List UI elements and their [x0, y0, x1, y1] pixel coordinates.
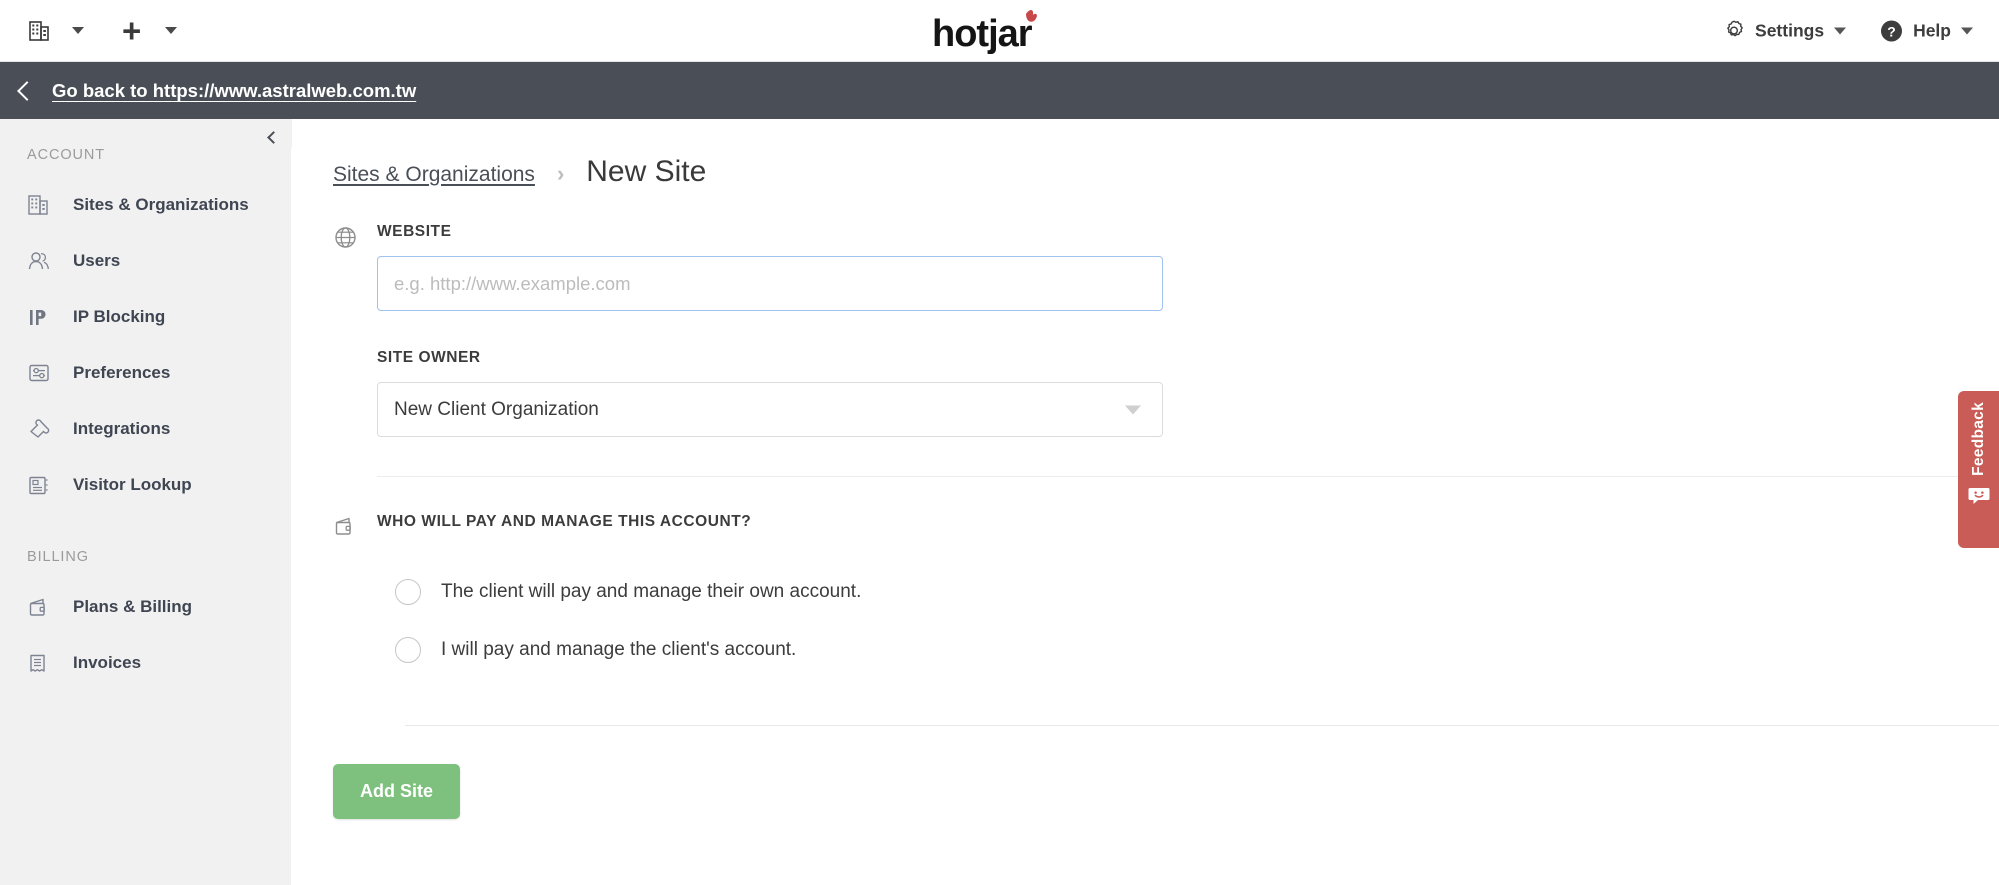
new-site-form: WEBSITE SITE OWNER New Client Organizati…	[291, 223, 1999, 819]
help-chevron-down-icon	[1961, 27, 1973, 34]
sidebar-item-label: Integrations	[73, 419, 171, 438]
gear-icon	[1723, 20, 1745, 42]
feedback-label: Feedback	[1969, 402, 1987, 476]
go-back-link[interactable]: Go back to https://www.astralweb.com.tw	[52, 80, 416, 102]
payer-option-label: I will pay and manage the client's accou…	[441, 639, 797, 660]
go-back-bar: Go back to https://www.astralweb.com.tw	[0, 62, 1999, 119]
settings-label: Settings	[1755, 20, 1825, 40]
chevron-left-icon	[267, 130, 280, 144]
radio-button[interactable]	[395, 579, 421, 605]
breadcrumb-separator-icon: ›	[556, 161, 565, 186]
wallet-icon	[333, 513, 377, 537]
website-input[interactable]	[377, 256, 1163, 311]
org-switcher-button[interactable]	[22, 15, 56, 47]
sidebar-item-label: Invoices	[73, 653, 142, 672]
sidebar-section-billing-title: BILLING	[27, 549, 89, 565]
notebook-icon	[27, 474, 55, 497]
site-owner-label: SITE OWNER	[377, 349, 481, 366]
help-label: Help	[1913, 20, 1951, 40]
question-circle-icon: ?	[1880, 19, 1903, 42]
building-icon	[27, 193, 55, 217]
feedback-tab[interactable]: Feedback	[1958, 391, 1999, 548]
settings-chevron-down-icon	[1834, 27, 1847, 34]
wallet-icon	[27, 596, 55, 618]
smiley-face-icon	[1967, 486, 1991, 506]
sidebar-item-sites-organizations[interactable]: Sites & Organizations	[0, 177, 291, 233]
sidebar-item-ip-blocking[interactable]: IP Blocking	[0, 289, 291, 345]
chevron-down-icon	[1125, 405, 1141, 414]
users-icon	[27, 250, 55, 272]
globe-icon	[333, 223, 377, 250]
sidebar: ACCOUNT Sites & Organizations Users IP B…	[0, 119, 292, 885]
ip-icon	[27, 306, 55, 328]
form-footer-divider	[405, 725, 1999, 726]
sidebar-item-integrations[interactable]: Integrations	[0, 401, 291, 457]
payer-radio-group: The client will pay and manage their own…	[377, 563, 1999, 679]
sidebar-item-label: Sites & Organizations	[73, 195, 249, 214]
sidebar-item-invoices[interactable]: Invoices	[0, 635, 291, 691]
sidebar-item-label: Plans & Billing	[73, 597, 193, 616]
sidebar-item-preferences[interactable]: Preferences	[0, 345, 291, 401]
payer-question-label: WHO WILL PAY AND MANAGE THIS ACCOUNT?	[377, 513, 752, 530]
sidebar-item-label: IP Blocking	[73, 307, 166, 326]
form-actions: Add Site	[333, 764, 1999, 819]
sliders-icon	[27, 362, 55, 384]
sidebar-item-plans-billing[interactable]: Plans & Billing	[0, 579, 291, 635]
sidebar-item-users[interactable]: Users	[0, 233, 291, 289]
breadcrumb-parent-link[interactable]: Sites & Organizations	[333, 163, 535, 187]
site-owner-select-value[interactable]: New Client Organization	[377, 382, 1163, 437]
section-divider	[377, 476, 1999, 477]
puzzle-icon	[27, 418, 55, 441]
website-field-column: WEBSITE SITE OWNER New Client Organizati…	[377, 223, 1999, 477]
add-chevron-down-icon[interactable]	[165, 27, 178, 34]
top-bar-right-controls: Settings ? Help	[1723, 19, 1973, 42]
sidebar-section-account-title: ACCOUNT	[27, 147, 105, 163]
add-button[interactable]: +	[116, 11, 147, 49]
building-icon	[28, 19, 50, 43]
top-bar: + hotjar Settings ? Help	[0, 0, 1999, 62]
svg-text:?: ?	[1887, 23, 1896, 39]
payer-option-client[interactable]: The client will pay and manage their own…	[377, 563, 1999, 621]
website-label: WEBSITE	[377, 223, 452, 240]
help-menu-button[interactable]: ? Help	[1880, 19, 1973, 42]
website-field-row: WEBSITE SITE OWNER New Client Organizati…	[333, 223, 1999, 477]
payer-option-self[interactable]: I will pay and manage the client's accou…	[377, 621, 1999, 679]
chevron-left-icon[interactable]	[17, 80, 37, 101]
top-bar-left-controls: +	[0, 11, 178, 49]
payer-option-label: The client will pay and manage their own…	[441, 581, 862, 602]
sidebar-item-label: Visitor Lookup	[73, 475, 192, 494]
sidebar-collapse-button[interactable]	[252, 119, 292, 155]
main-content: Sites & Organizations › New Site WEBSITE…	[291, 119, 1999, 885]
page-title: New Site	[586, 155, 707, 188]
field-spacer	[377, 311, 1999, 349]
breadcrumb: Sites & Organizations › New Site	[291, 155, 1999, 189]
add-site-button[interactable]: Add Site	[333, 764, 461, 819]
hotjar-logo: hotjar	[930, 8, 1070, 54]
receipt-icon	[27, 652, 55, 675]
sidebar-item-label: Preferences	[73, 363, 171, 382]
settings-menu-button[interactable]: Settings	[1723, 20, 1847, 42]
page-body: ACCOUNT Sites & Organizations Users IP B…	[0, 119, 1999, 885]
payer-field-row: WHO WILL PAY AND MANAGE THIS ACCOUNT? Th…	[333, 513, 1999, 726]
svg-text:hotjar: hotjar	[932, 13, 1033, 54]
sidebar-item-visitor-lookup[interactable]: Visitor Lookup	[0, 457, 291, 513]
sidebar-item-label: Users	[73, 251, 121, 270]
org-switcher-chevron-down-icon[interactable]	[72, 27, 84, 34]
site-owner-select[interactable]: New Client Organization	[377, 382, 1163, 437]
radio-button[interactable]	[395, 637, 421, 663]
plus-icon: +	[122, 11, 142, 49]
payer-field-column: WHO WILL PAY AND MANAGE THIS ACCOUNT? Th…	[377, 513, 1999, 726]
